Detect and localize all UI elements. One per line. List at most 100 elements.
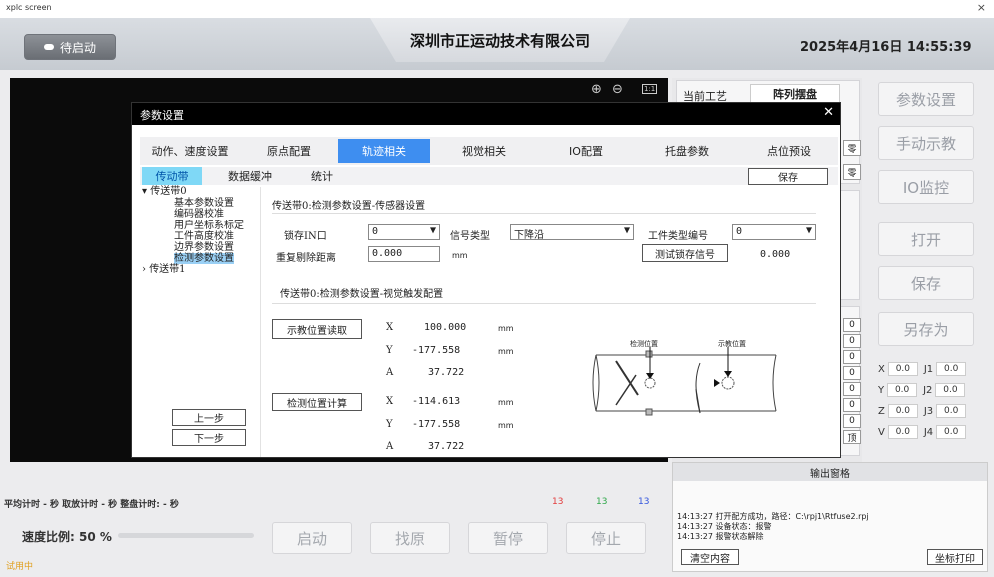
j4-label: J4 xyxy=(923,426,934,438)
window-title: xplc screen xyxy=(6,3,52,12)
tree-conveyor0[interactable]: ▾ 传送带0 xyxy=(142,186,187,197)
pause-button[interactable]: 暂停 xyxy=(468,522,548,554)
signal-value: 下降沿 xyxy=(514,230,544,241)
small-value-column: 0 0 0 0 0 0 0 顶 xyxy=(843,318,861,450)
latch-value: 0 xyxy=(372,226,379,237)
tab-motion-speed[interactable]: 动作、速度设置 xyxy=(140,139,240,163)
teach-x-label: X xyxy=(386,322,394,333)
count-red: 13 xyxy=(552,497,564,507)
j3-label: J3 xyxy=(923,405,934,417)
chevron-down-icon: ▼ xyxy=(429,225,436,236)
conveyor-diagram xyxy=(592,347,777,416)
tree-conveyor1[interactable]: › 传送带1 xyxy=(142,264,186,275)
save-as-button[interactable]: 另存为 xyxy=(878,312,974,346)
worktype-select[interactable]: 0 ▼ xyxy=(732,224,816,240)
detect-a-label: A xyxy=(386,441,394,452)
section-sensor-title: 传送带0:检测参数设置-传感器设置 xyxy=(272,201,426,212)
manual-teach-button[interactable]: 手动示教 xyxy=(878,126,974,160)
start-button[interactable]: 启动 xyxy=(272,522,352,554)
unit: mm xyxy=(498,324,514,333)
io-monitor-button[interactable]: IO监控 xyxy=(878,170,974,204)
axis-z-value: 0.0 xyxy=(887,404,918,418)
tree-conveyor1-label: 传送带1 xyxy=(149,264,186,275)
company-title: 深圳市正运动技术有限公司 xyxy=(370,18,630,62)
clear-output-button[interactable]: 清空内容 xyxy=(681,549,739,565)
j1-value: 0.0 xyxy=(936,362,967,376)
j4-value: 0.0 xyxy=(936,425,967,439)
subtab-statistics[interactable]: 统计 xyxy=(292,167,352,185)
tree-item[interactable]: 边界参数设置 xyxy=(174,242,234,253)
tab-trajectory[interactable]: 轨迹相关 xyxy=(338,139,430,163)
worktype-value: 0 xyxy=(736,226,743,237)
log-line: 14:13:27 报警状态解除 xyxy=(677,532,764,541)
axis-v-value: 0.0 xyxy=(887,425,918,439)
test-latch-button[interactable]: 测试锁存信号 xyxy=(642,244,728,262)
window-close-button[interactable]: × xyxy=(977,1,986,14)
j1-label: J1 xyxy=(923,363,934,375)
tab-io[interactable]: IO配置 xyxy=(538,139,634,163)
tab-tray[interactable]: 托盘参数 xyxy=(634,139,740,163)
tab-origin[interactable]: 原点配置 xyxy=(240,139,338,163)
detect-y-value: -177.558 xyxy=(412,419,461,430)
small-value: 0 xyxy=(843,366,861,380)
current-process-value[interactable]: 阵列摆盘 xyxy=(750,84,840,104)
reject-unit: mm xyxy=(452,251,468,260)
tree-item[interactable]: 用户坐标系标定 xyxy=(174,220,256,231)
tab-point-preset[interactable]: 点位预设 xyxy=(740,139,838,163)
test-latch-value: 0.000 xyxy=(760,249,791,260)
tab-vision[interactable]: 视觉相关 xyxy=(430,139,538,163)
unit: mm xyxy=(498,398,514,407)
speed-slider[interactable] xyxy=(118,533,254,538)
tree-item[interactable]: 工件高度校准 xyxy=(174,231,234,242)
axis-x-value: 0.0 xyxy=(887,362,918,376)
detect-y-label: Y xyxy=(386,419,393,430)
detect-position-caption: 检测位置 xyxy=(630,340,658,348)
open-button[interactable]: 打开 xyxy=(878,222,974,256)
homing-button[interactable]: 找原 xyxy=(370,522,450,554)
tree-item-selected[interactable]: 检测参数设置 xyxy=(174,253,234,264)
zoom-in-icon[interactable]: ⊕ xyxy=(591,82,602,97)
dialog-close-icon[interactable]: ✕ xyxy=(823,105,834,120)
teach-x-value: 100.000 xyxy=(424,322,467,333)
save-button[interactable]: 保存 xyxy=(748,168,828,185)
axis-y-value: 0.0 xyxy=(887,383,918,397)
small-value: 0 xyxy=(843,334,861,348)
teach-y-value: -177.558 xyxy=(412,345,461,356)
signal-select[interactable]: 下降沿 ▼ xyxy=(510,224,634,241)
tree-item[interactable]: 编码器校准 xyxy=(174,209,224,220)
subtab-conveyor[interactable]: 传动带 xyxy=(142,167,202,185)
latch-select[interactable]: 0 ▼ xyxy=(368,224,440,240)
reject-distance-input[interactable]: 0.000 xyxy=(368,246,440,262)
count-green: 13 xyxy=(596,497,608,507)
section-vision-trigger-title: 传送带0:检测参数设置-视觉触发配置 xyxy=(280,289,444,300)
small-value: 0 xyxy=(843,414,861,428)
coordinate-print-button[interactable]: 坐标打印 xyxy=(927,549,983,565)
fit-icon[interactable]: 1:1 xyxy=(642,84,658,94)
param-settings-button[interactable]: 参数设置 xyxy=(878,82,974,116)
stop-button[interactable]: 停止 xyxy=(566,522,646,554)
teach-y-label: Y xyxy=(386,345,393,356)
signal-label: 信号类型 xyxy=(450,231,490,242)
small-value: 0 xyxy=(843,398,861,412)
subtab-data-buffer[interactable]: 数据缓冲 xyxy=(214,167,286,185)
trial-label: 试用中 xyxy=(6,562,34,572)
teach-position-caption: 示教位置 xyxy=(718,340,746,348)
zero-button-1[interactable]: 零 xyxy=(843,140,861,156)
machine-status-button[interactable]: 待启动 xyxy=(24,34,116,60)
next-step-button[interactable]: 下一步 xyxy=(172,429,246,446)
teach-position-read-button[interactable]: 示教位置读取 xyxy=(272,319,362,339)
prev-step-button[interactable]: 上一步 xyxy=(172,409,246,426)
param-settings-dialog: 参数设置 ✕ 动作、速度设置 原点配置 轨迹相关 视觉相关 IO配置 托盘参数 … xyxy=(131,102,841,458)
output-title: 输出窗格 xyxy=(673,463,987,481)
small-value: 0 xyxy=(843,350,861,364)
zero-button-2[interactable]: 零 xyxy=(843,164,861,180)
save-file-button[interactable]: 保存 xyxy=(878,266,974,300)
end-label: 顶 xyxy=(843,430,861,444)
unit: mm xyxy=(498,421,514,430)
speed-label: 速度比例: 50 % xyxy=(22,530,112,544)
divider xyxy=(272,213,816,214)
detect-position-calc-button[interactable]: 检测位置计算 xyxy=(272,393,362,411)
detect-x-label: X xyxy=(386,396,394,407)
zoom-out-icon[interactable]: ⊖ xyxy=(612,82,623,97)
tree-item[interactable]: 基本参数设置 xyxy=(174,198,234,209)
